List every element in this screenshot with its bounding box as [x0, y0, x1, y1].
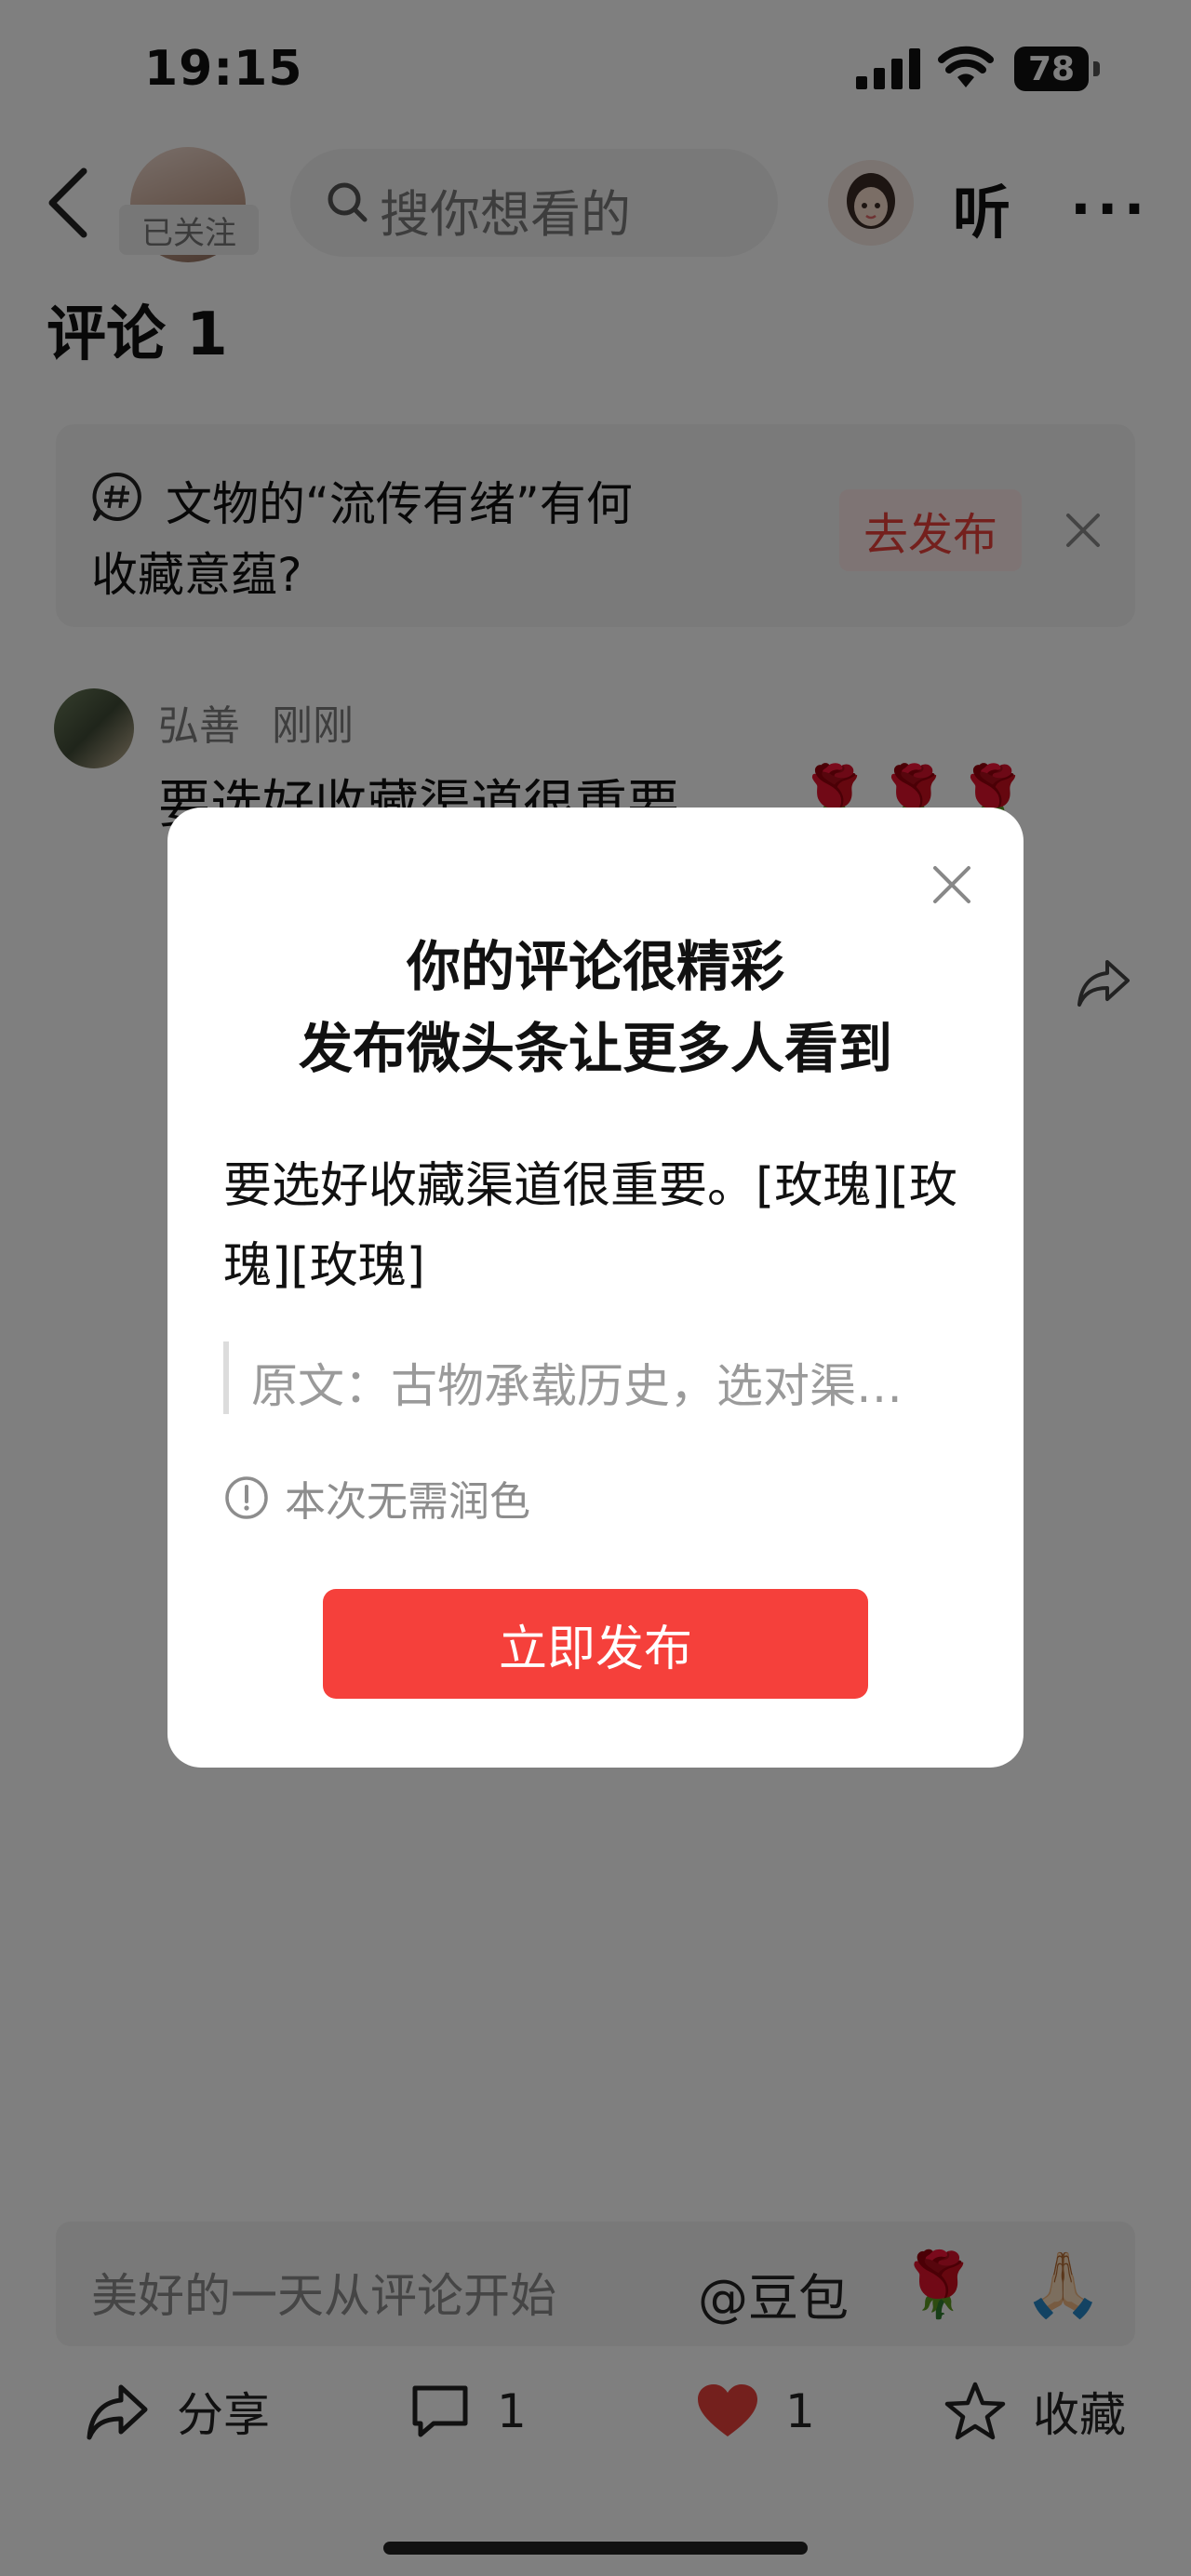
- dialog-notice: 本次无需润色: [223, 1468, 530, 1528]
- dialog-close-icon[interactable]: [930, 863, 973, 906]
- home-indicator[interactable]: [383, 2542, 808, 2555]
- dialog-title-line2: 发布微头条让更多人看到: [298, 1017, 892, 1080]
- dialog-body-text: 要选好收藏渠道很重要。[玫瑰][玫瑰][玫瑰]: [223, 1158, 957, 1294]
- publish-dialog: 你的评论很精彩 发布微头条让更多人看到 要选好收藏渠道很重要。[玫瑰][玫瑰][…: [167, 808, 1024, 1768]
- original-text-quote: 原文：古物承载历史，选对渠…: [223, 1341, 973, 1414]
- notice-text: 本次无需润色: [285, 1478, 530, 1526]
- dialog-title-line1: 你的评论很精彩: [406, 935, 784, 998]
- info-icon: [225, 1476, 268, 1519]
- original-text: 原文：古物承载历史，选对渠…: [251, 1359, 903, 1413]
- publish-now-button[interactable]: 立即发布: [323, 1589, 868, 1699]
